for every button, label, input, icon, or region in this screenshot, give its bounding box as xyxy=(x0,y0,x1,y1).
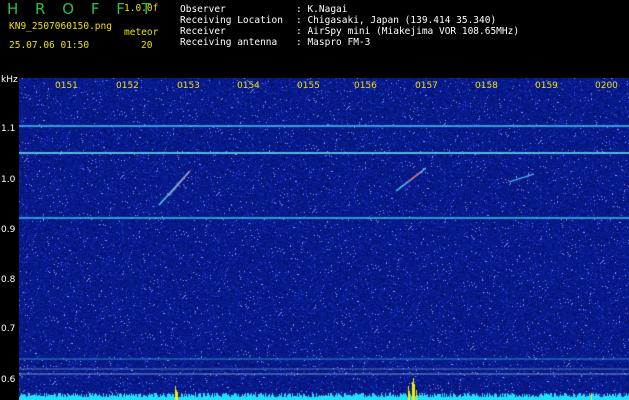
x-tick-label: 0151 xyxy=(55,81,78,91)
x-tick-label: 0154 xyxy=(237,81,260,91)
y-axis: kHz 1.1 1.0 0.9 0.8 0.7 0.6 xyxy=(0,75,19,400)
header-panel: H R O F F T 1.0.0f KN9_2507060150.png 25… xyxy=(0,0,629,78)
y-tick-label: 0.8 xyxy=(1,275,16,285)
spectrogram-plot xyxy=(19,78,629,400)
y-axis-unit: kHz xyxy=(1,75,18,85)
x-tick-label: 0156 xyxy=(354,81,377,91)
capture-datetime: 25.07.06 01:50 xyxy=(9,40,90,51)
meta-label-antenna: Receiving antenna xyxy=(180,37,278,48)
x-tick-label: 0159 xyxy=(535,81,558,91)
spectrogram-canvas xyxy=(19,78,629,400)
y-tick-label: 0.9 xyxy=(1,225,16,235)
x-tick-label: 0153 xyxy=(177,81,200,91)
x-tick-label: 0157 xyxy=(415,81,438,91)
x-tick-label: 0152 xyxy=(116,81,139,91)
x-tick-label: 0200 xyxy=(595,81,618,91)
y-tick-label: 1.1 xyxy=(1,124,16,134)
meta-value-antenna: : Maspro FM-3 xyxy=(296,37,371,48)
mode-value: 20 xyxy=(141,40,153,51)
x-tick-label: 0155 xyxy=(297,81,320,91)
y-tick-label: 0.6 xyxy=(1,375,16,385)
y-tick-label: 1.0 xyxy=(1,175,16,185)
file-name: KN9_2507060150.png xyxy=(9,21,112,32)
y-tick-label: 0.7 xyxy=(1,324,16,334)
x-tick-label: 0158 xyxy=(475,81,498,91)
mode-label: meteor xyxy=(124,27,159,38)
app-version: 1.0.0f xyxy=(124,3,159,14)
